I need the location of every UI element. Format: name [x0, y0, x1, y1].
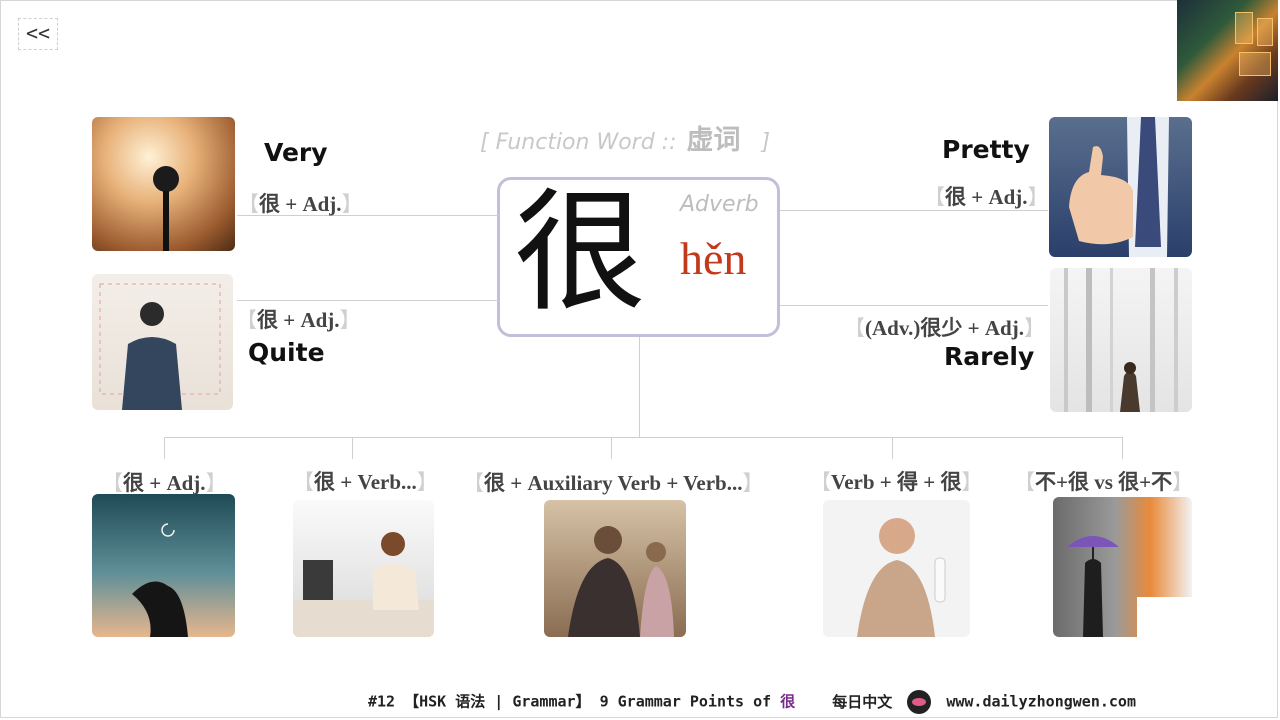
connector-line [892, 437, 893, 459]
site-name-cn: 每日中文 [832, 692, 893, 711]
whiteboard-photo [92, 274, 233, 410]
umbrella-street-photo [1053, 497, 1192, 637]
connector-line [352, 437, 353, 459]
center-hanzi: 很 [514, 176, 646, 330]
bottom-pattern-5: 【不+很 vs 很+不】 [1014, 470, 1194, 494]
window-shape [1239, 52, 1271, 76]
meaning-pattern-rarely: 【(Adv.)很少 + Adj.】 [844, 316, 1045, 340]
meaning-pattern-quite: 【很 + Adj.】 [236, 308, 361, 332]
meaning-title-pretty: Pretty [942, 135, 1030, 164]
family-icon [568, 526, 674, 637]
microphone-icon [153, 166, 179, 251]
laptop-worker-icon [293, 532, 434, 637]
grandmother-child-photo [544, 500, 686, 637]
function-word-cn: 虚词 [686, 125, 741, 156]
meaning-pattern-very: 【很 + Adj.】 [238, 192, 363, 216]
foggy-forest-photo [1050, 268, 1192, 412]
silhouette-photo [92, 494, 235, 637]
connector-line [237, 300, 499, 301]
connector-line [780, 305, 1048, 306]
bottom-pattern-3: 【很 + Auxiliary Verb + Verb...】 [463, 471, 764, 495]
office-worker-photo [293, 500, 434, 637]
meaning-title-very: Very [264, 138, 328, 167]
lips-logo-icon [907, 690, 932, 714]
meaning-title-quite: Quite [248, 338, 325, 367]
thumbs-up-icon [1069, 117, 1169, 257]
microphone-photo [92, 117, 235, 251]
function-word-label: [ Function Word :: 虚词 ] [480, 118, 810, 157]
window-shape [1257, 18, 1273, 46]
part-of-speech: Adverb [680, 192, 759, 217]
thumbs-up-photo [1049, 117, 1192, 257]
site-url[interactable]: www.dailyzhongwen.com [946, 693, 1136, 711]
footer-accent-char: 很 [780, 692, 796, 711]
phone-shout-icon [857, 518, 946, 637]
center-word-card: 很 Adverb hěn [497, 177, 780, 337]
connector-line [611, 437, 612, 459]
connector-line [1122, 437, 1123, 459]
person-at-board-icon [99, 283, 221, 410]
function-word-suffix: ] [761, 130, 771, 155]
umbrella-icon [1067, 536, 1192, 637]
forest-walker-icon [1064, 268, 1178, 412]
meaning-pattern-pretty: 【很 + Adj.】 [924, 185, 1049, 209]
connector-line [164, 437, 165, 459]
yelling-man-photo [823, 500, 970, 637]
footer-text: #12 【HSK 语法 | Grammar】 9 Grammar Points … [368, 692, 781, 711]
woman-silhouette-icon [132, 523, 188, 637]
pinyin: hěn [680, 233, 747, 284]
window-shape [1235, 12, 1253, 44]
corner-thumbnail [1177, 0, 1278, 101]
meaning-title-rarely: Rarely [944, 342, 1035, 371]
function-word-prefix: [ Function Word :: [480, 130, 677, 155]
bottom-pattern-4: 【Verb + 得 + 很】 [810, 470, 983, 494]
bottom-pattern-2: 【很 + Verb...】 [293, 470, 438, 494]
connector-line [164, 437, 1123, 438]
footer: #12 【HSK 语法 | Grammar】 9 Grammar Points … [368, 690, 1136, 714]
bottom-pattern-1: 【很 + Adj.】 [102, 471, 227, 495]
back-button[interactable]: << [18, 18, 58, 50]
connector-line [639, 337, 640, 437]
